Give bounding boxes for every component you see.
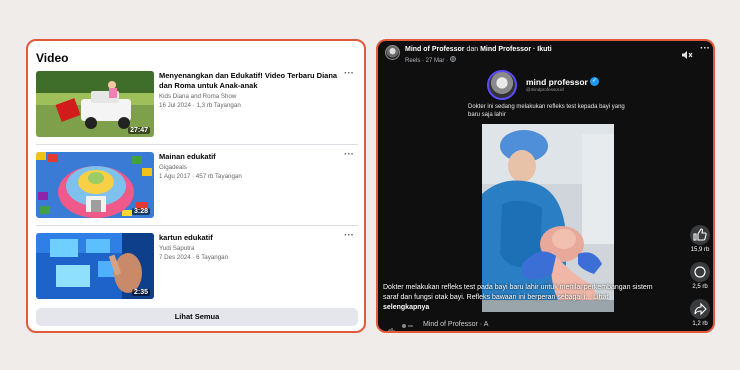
embedded-handle: @mindprofessor.id [526, 87, 564, 92]
video-item[interactable]: 3:28 Mainan edukatif Gigadeals 1 Agu 201… [36, 150, 358, 222]
globe-icon [449, 56, 456, 64]
reel-caption: Dokter melakukan refleks test pada bayi … [383, 283, 663, 312]
video-thumbnail[interactable]: 3:28 [36, 152, 154, 218]
verified-icon: ✓ [590, 77, 599, 86]
see-all-button[interactable]: Lihat Semua [36, 308, 358, 326]
page-name-link[interactable]: Mind of Professor [405, 46, 465, 53]
video-section: Video 27:47 Menyenangkan dan Edukatif! V… [26, 39, 366, 333]
video-duration: 27:47 [128, 127, 150, 134]
section-title: Video [36, 51, 69, 65]
comment-button[interactable]: 2,5 rb [688, 262, 712, 290]
comment-icon[interactable] [690, 262, 710, 282]
video-title[interactable]: kartun edukatif [159, 233, 339, 243]
music-label[interactable]: Mind of Professor · A [423, 321, 488, 328]
comment-count: 2,5 rb [692, 284, 708, 290]
like-icon[interactable] [690, 225, 710, 245]
more-icon[interactable]: ··· [344, 150, 354, 160]
video-duration: 3:28 [131, 208, 150, 215]
post-meta: Reels · 27 Mar · [405, 56, 456, 64]
video-title[interactable]: Mainan edukatif [159, 152, 339, 162]
more-icon[interactable]: ··· [344, 69, 354, 79]
audio-wave-icon [387, 322, 395, 331]
video-channel[interactable]: Yudi Saputra [159, 244, 194, 253]
page-avatar[interactable] [385, 45, 400, 60]
post-date: Reels · 27 Mar · [405, 58, 449, 64]
video-title[interactable]: Menyenangkan dan Edukatif! Video Terbaru… [159, 71, 339, 91]
embedded-caption: Dokter ini sedang melakukan refleks test… [468, 104, 625, 118]
video-thumbnail[interactable]: 27:47 [36, 71, 154, 137]
video-duration: 2:35 [131, 289, 150, 296]
embedded-avatar [487, 70, 517, 100]
more-icon[interactable]: ··· [344, 231, 354, 241]
see-more-link[interactable]: selengkapnya [383, 304, 429, 311]
progress-dot[interactable] [402, 324, 406, 328]
follow-button[interactable]: · Ikuti [531, 46, 552, 53]
like-button[interactable]: 15,9 rb [688, 225, 712, 253]
mute-icon[interactable] [681, 47, 693, 59]
share-icon[interactable] [690, 299, 710, 319]
connector-text: dan [464, 46, 481, 53]
embedded-page-name: mind professor [526, 77, 588, 87]
video-channel[interactable]: Kids Diana and Roma Show [159, 92, 236, 101]
divider [36, 144, 358, 145]
video-stats: 1 Agu 2017 · 457 rb Tayangan [159, 173, 242, 180]
like-count: 15,9 rb [690, 247, 710, 253]
reel-footer: Mind of Professor · A [378, 318, 713, 331]
divider [36, 225, 358, 226]
caption-text: Dokter melakukan refleks test pada bayi … [383, 284, 653, 301]
video-stats: 16 Jul 2024 · 1,3 rb Tayangan [159, 102, 241, 109]
more-icon[interactable]: ··· [700, 43, 710, 54]
post-header: Mind of Professor dan Mind Professor · I… [405, 46, 552, 53]
progress-bar[interactable] [408, 325, 413, 327]
video-item[interactable]: 27:47 Menyenangkan dan Edukatif! Video T… [36, 69, 358, 141]
video-thumbnail[interactable]: 2:35 [36, 233, 154, 299]
video-item[interactable]: 2:35 kartun edukatif Yudi Saputra 7 Des … [36, 231, 358, 303]
video-channel[interactable]: Gigadeals [159, 163, 187, 172]
video-stats: 7 Des 2024 · 6 Tayangan [159, 254, 229, 261]
reel-post: Mind of Professor dan Mind Professor · I… [376, 39, 715, 333]
second-page-link[interactable]: Mind Professor [480, 46, 531, 53]
